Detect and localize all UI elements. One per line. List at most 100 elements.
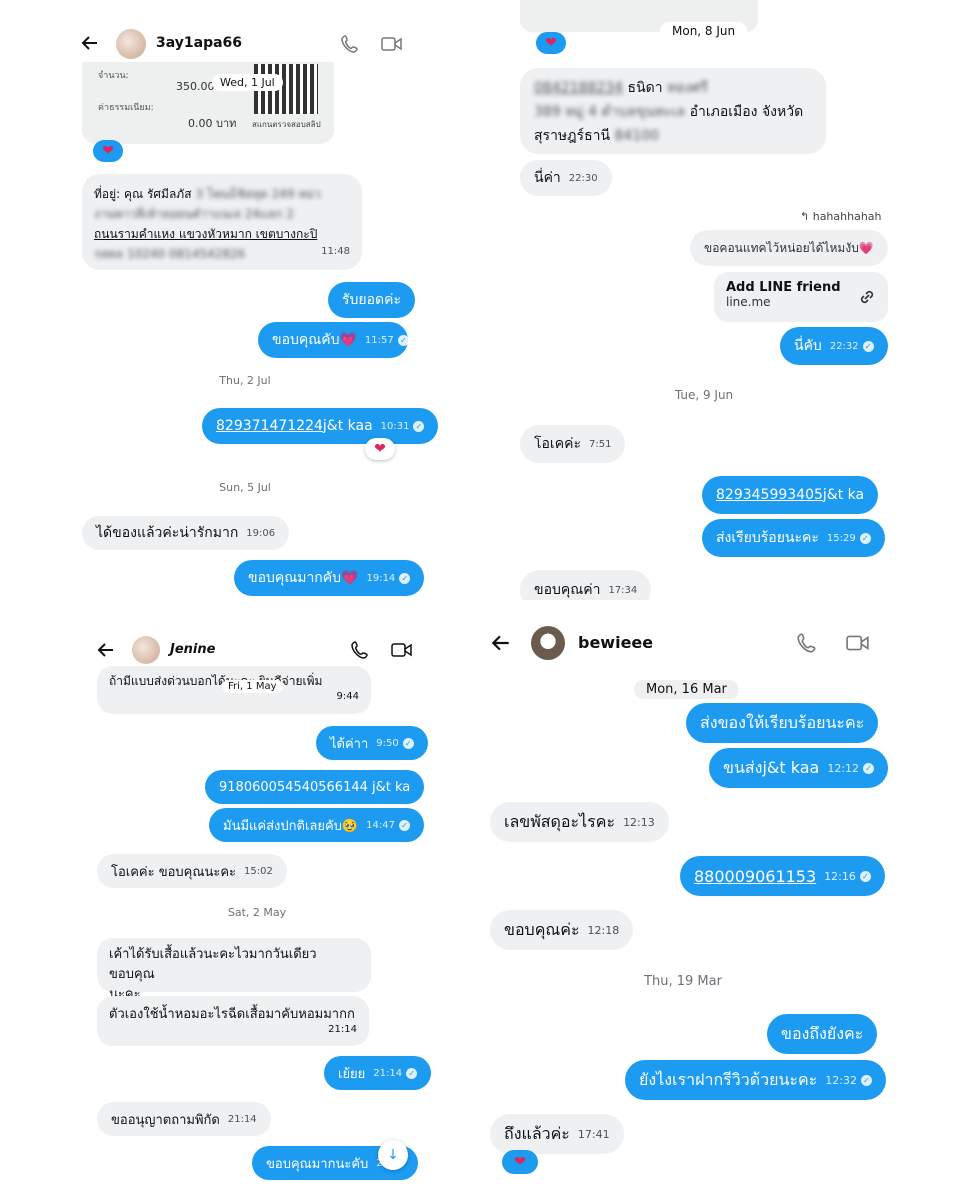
incoming-message[interactable]: โอเคค่ะ ขอบคุณนะคะ 15:02 [97,854,287,888]
link-preview-card[interactable]: Add LINE friend line.me [714,272,888,322]
message-time: 17:34 [608,584,638,596]
video-icon[interactable] [846,632,870,658]
message-text: เค้าได้รับเสื้อแล้วนะคะไวมากวันเดียวขอบค… [109,947,317,982]
heart-reaction[interactable]: ❤ [365,438,395,460]
message-time: 9:50 [376,737,399,749]
quoted-message[interactable]: ขอคอนแทคไว้หน่อยได้ไหมงับ💗 [690,230,888,266]
message-text: นี่ค่า [534,170,561,186]
scroll-down-icon: ↓ [387,1147,399,1163]
incoming-message[interactable]: เลขพัสดุอะไรคะ 12:13 [490,802,669,842]
outgoing-message[interactable]: รับยอดค่ะ [328,282,415,318]
message-time: 14:47 [366,819,395,831]
video-icon[interactable] [391,640,413,664]
message-text: ขอบคุณมากคับ💗 [248,570,359,586]
outgoing-message[interactable]: ยังไงเราฝากรีวิวด้วยนะคะ 12:32 ✓ [625,1060,886,1100]
outgoing-message[interactable]: 829371471224 j&t kaa 10:31 ✓ [202,408,439,444]
back-arrow-icon[interactable] [490,632,512,658]
message-text: ขอคอนแทคไว้หน่อยได้ไหมงับ💗 [704,240,874,255]
avatar[interactable] [116,29,146,59]
redacted-text: 0842188234 [534,80,624,96]
slip-fee-label: ค่าธรรมเนียม: [98,103,154,113]
check-icon: ✓ [863,762,875,774]
heart-reaction[interactable]: ❤ [502,1150,538,1174]
message-time: 12:32 [825,1073,857,1087]
message-text: ยังไงเราฝากรีวิวด้วยนะคะ [639,1069,818,1089]
phone-icon[interactable] [350,640,370,664]
message-time: 15:02 [244,865,273,877]
message-time: 19:14 [366,572,396,584]
address-message[interactable]: 0842188234 ธนิดา ทองศรี 389 หมู่ 4 ตำบลข… [520,68,826,154]
message-time: 22:32 [829,340,859,352]
heart-reaction[interactable]: ❤ [536,32,566,54]
message-text: สุราษฎร์ธานี [534,128,611,144]
outgoing-message[interactable]: ขอบคุณมากคับ💗 19:14 ✓ [234,560,425,596]
incoming-message[interactable]: เค้าได้รับเสื้อแล้วนะคะไวมากวันเดียวขอบค… [97,938,371,1002]
check-icon: ✓ [402,737,414,749]
contact-name[interactable]: bewieee [578,633,653,652]
tracking-link[interactable]: 880009061153 [694,867,816,886]
outgoing-message[interactable]: เย้ยย 21:14 ✓ [324,1056,432,1090]
address-message[interactable]: ที่อยู่: คุณ รัศมีลภัส 3 โพนแ็ชิสลุด 249… [82,174,362,270]
outgoing-message[interactable]: มันมีแค่ส่งปกติเลยคับ🥹 14:47 ✓ [209,808,424,842]
incoming-message[interactable]: ขออนุญาตถามพิกัด 21:14 [97,1102,271,1136]
message-text: โอเคค่ะ ขอบคุณนะคะ [111,864,236,880]
redacted-text: 84100 [614,128,660,144]
incoming-message[interactable]: โอเคค่ะ 7:51 [520,425,626,463]
slip-fee: 0.00 บาท [188,117,237,130]
back-arrow-icon[interactable] [96,640,116,664]
message-time: 22:30 [568,172,598,184]
incoming-message[interactable]: ขอบคุณค่ะ 12:18 [490,910,634,950]
chat-panel-jenine: Jenine ถ้ามีแบบส่งด่วนบอกได้นะคะ ยินดีจ่… [0,600,480,1200]
date-separator: Tue, 9 Jun [674,388,734,402]
message-text: ขอบคุณค่ะ [504,919,580,939]
check-icon: ✓ [859,870,871,882]
incoming-message[interactable]: ได้ของแล้วค่ะน่ารักมาก 19:06 [82,516,290,550]
check-icon: ✓ [399,572,411,584]
outgoing-message[interactable]: ส่งของให้เรียบร้อยนะคะ [686,703,879,743]
tracking-link[interactable]: 829371471224 [216,418,323,434]
avatar[interactable] [132,636,160,664]
message-text: เลขพัสดุอะไรคะ [504,811,616,831]
date-separator: Thu, 2 Jul [219,374,271,387]
message-text: อำเภอเมือง จังหวัด [689,104,804,120]
avatar[interactable] [531,626,565,660]
outgoing-message[interactable]: ขอบคุณคับ💗 11:57 ✓ [258,322,409,358]
message-text: ขอบคุณคับ💗 [272,332,357,348]
incoming-message[interactable]: นี่ค่า 22:30 [520,160,612,196]
outgoing-message[interactable]: ขนส่งj&t kaa 12:12 ✓ [709,748,889,788]
phone-icon[interactable] [796,632,818,658]
heart-icon: ❤ [374,441,386,457]
contact-name[interactable]: Jenine [170,642,215,657]
message-time: 12:16 [824,869,856,883]
outgoing-message[interactable]: 829345993405 j&t ka [702,476,879,514]
date-pill: Mon, 16 Mar [634,680,739,699]
payment-slip-image[interactable]: จำนวน: 350.00 ค่าธรรมเนียม: 0.00 บาท สแก… [82,62,334,144]
heart-icon: ❤ [545,35,557,51]
scroll-down-button[interactable]: ↓ [378,1140,408,1170]
contact-name[interactable]: 3ay1apa66 [156,35,242,51]
heart-reaction[interactable]: ❤ [93,140,123,162]
incoming-message[interactable]: ตัวเองใช้น้ำหอมอะไรฉีดเสื้อมาคับหอมมากก … [97,996,369,1046]
message-time: 19:06 [246,527,276,539]
outgoing-message[interactable]: ได้ค่าา 9:50 ✓ [316,726,428,760]
outgoing-message[interactable]: ของถึงยังคะ [767,1014,878,1054]
message-text: j&t ka [822,487,865,503]
check-icon: ✓ [413,420,425,432]
message-time: 21:14 [373,1067,403,1079]
outgoing-message[interactable]: 918060054540566144 j&t ka [205,770,425,804]
video-icon[interactable] [381,34,403,58]
check-icon: ✓ [859,532,871,544]
date-separator: Sun, 5 Jul [219,481,271,494]
link-domain: line.me [726,295,771,309]
outgoing-message[interactable]: นี่คับ 22:32 ✓ [780,327,888,365]
outgoing-message[interactable]: 880009061153 12:16 ✓ [680,856,885,896]
phone-icon[interactable] [340,34,360,58]
tracking-link[interactable]: 829345993405 [716,487,823,503]
incoming-message[interactable]: ขอบคุณค่า 17:34 [520,570,652,600]
back-arrow-icon[interactable] [80,33,100,57]
check-icon: ✓ [397,334,409,346]
message-text: 918060054540566144 j&t ka [219,779,411,795]
message-time: 12:13 [623,815,655,829]
outgoing-message[interactable]: ส่งเรียบร้อยนะคะ 15:29 ✓ [702,519,885,557]
incoming-message[interactable]: ถึงแล้วค่ะ 17:41 [490,1114,624,1154]
